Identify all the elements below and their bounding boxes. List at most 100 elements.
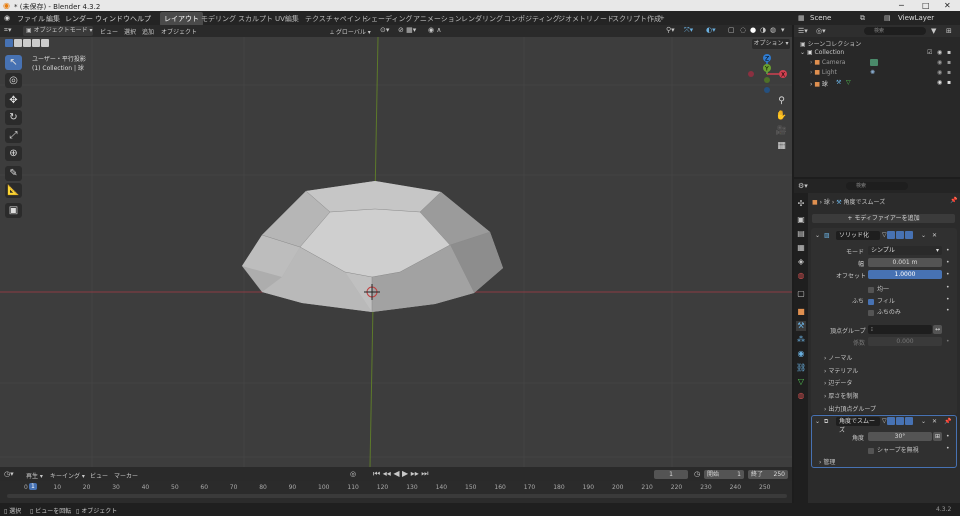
current-frame-field[interactable]: 1 [654, 470, 688, 479]
tool-tab-icon[interactable]: ✣ [796, 199, 806, 209]
tab-layout[interactable]: レイアウト [160, 12, 203, 26]
close-button[interactable]: ✕ [944, 1, 951, 10]
pan-hand-icon[interactable]: ✋ [774, 111, 789, 124]
material-tab-icon[interactable]: ◍ [796, 391, 806, 401]
preview-range-icon[interactable]: ◷ [694, 470, 700, 478]
timeline[interactable]: 0 10 20 30 40 50 60 70 80 90 100 110 120 130 140 150 160… [0, 481, 792, 503]
new-collection-icon[interactable]: ⊞ [946, 27, 952, 35]
maximize-button[interactable]: □ [922, 1, 930, 10]
physics-tab-icon[interactable]: ◉ [796, 349, 806, 359]
tab-sculpt[interactable]: スカルプト [235, 14, 276, 24]
mode-selector[interactable]: ▣ オブジェクトモード ▾ [23, 26, 93, 36]
keyframe-dot-icon[interactable]: • [946, 259, 950, 266]
keyframe-dot-icon[interactable]: • [946, 247, 950, 254]
rim-only-checkbox[interactable]: ふちのみ [868, 307, 901, 316]
menu-file[interactable]: ファイル [17, 14, 45, 24]
shading-material-icon[interactable]: ◑ [760, 26, 766, 34]
autokey-icon[interactable]: ◎ [350, 470, 356, 478]
menu-add[interactable]: 追加 [142, 27, 154, 36]
navigation-gizmo[interactable]: X Z Y [745, 52, 790, 97]
xray-icon[interactable]: ▢ [728, 26, 735, 34]
even-checkbox-box[interactable] [868, 286, 874, 293]
render-display-icon[interactable] [904, 417, 913, 425]
tab-modeling[interactable]: モデリング [198, 14, 239, 24]
tab-compositing[interactable]: コンポジティング [501, 14, 563, 24]
subpanel-materials[interactable]: › マテリアル [824, 366, 858, 375]
ignore-sharpness-checkbox[interactable]: シャープを無視 [868, 445, 919, 454]
keyframe-dot-icon[interactable]: • [946, 284, 950, 291]
tab-uv[interactable]: UV編集 [272, 14, 302, 24]
menu-keying[interactable]: キーイング ▾ [50, 471, 85, 480]
output-tab-icon[interactable]: ▤ [796, 229, 806, 239]
edit-mode-icon[interactable] [886, 417, 895, 425]
camera-view-icon[interactable]: 🎥 [774, 126, 789, 139]
rim-fill-checkbox[interactable]: フィル [868, 296, 895, 305]
transform-tool-icon[interactable]: ⊕ [5, 146, 22, 161]
annotate-tool-icon[interactable]: ✎ [5, 166, 22, 181]
outliner-root[interactable]: ▣ シーンコレクション [800, 39, 861, 48]
keyframe-dot-icon[interactable]: • [946, 296, 950, 303]
zoom-icon[interactable]: ⚲ [774, 96, 789, 109]
select-new-icon[interactable] [5, 39, 13, 47]
menu-help[interactable]: ヘルプ [130, 14, 151, 24]
add-workspace-button[interactable]: + [656, 14, 668, 22]
render-display-icon[interactable] [904, 231, 913, 239]
3d-viewport[interactable]: ユーザー・平行投影 (1) Collection | 球 ↖ ◎ ✥ ↻ ⤢ ⊕… [0, 37, 792, 467]
properties-editor-icon[interactable]: ⚙▾ [798, 182, 808, 190]
smooth-pin-icon[interactable]: 📌 [944, 418, 951, 425]
options-dropdown[interactable]: オプション ▾ [752, 39, 790, 49]
visibility-icon[interactable]: ⚲▾ [666, 26, 675, 34]
eye-icon[interactable]: ◉ [937, 69, 942, 76]
menu-view[interactable]: ビュー [100, 27, 118, 36]
editor-type-icon[interactable]: ☰▾ [798, 27, 808, 35]
modifier-tab-icon[interactable]: ⚒ [796, 321, 806, 331]
collection-tab-icon[interactable]: ▢ [796, 289, 806, 299]
menu-render[interactable]: レンダー [65, 14, 93, 24]
render-tab-icon[interactable]: ▣ [796, 215, 806, 225]
on-cage-icon[interactable]: ▽ [882, 232, 887, 239]
scene-selector[interactable]: Scene [810, 14, 831, 22]
offset-field[interactable]: 1.0000 [868, 270, 942, 279]
editor-type-icon[interactable]: ⌗▾ [4, 26, 11, 35]
add-modifier-button[interactable]: + モディファイアーを追加 [812, 214, 955, 223]
camera-render-icon[interactable]: ▪ [947, 59, 951, 66]
ignore-sharpness-checkbox-box[interactable] [868, 447, 874, 454]
select-intersect-icon[interactable] [41, 39, 49, 47]
keyframe-dot-icon[interactable]: • [946, 338, 950, 345]
keyframe-dot-icon[interactable]: • [946, 271, 950, 278]
hemisphere-mesh[interactable] [0, 37, 792, 467]
add-cube-tool-icon[interactable]: ▣ [5, 203, 22, 218]
move-tool-icon[interactable]: ✥ [5, 93, 22, 108]
viewport-display-icon[interactable] [895, 231, 904, 239]
edit-mode-icon[interactable] [886, 231, 895, 239]
select-extend-icon[interactable] [14, 39, 22, 47]
subpanel-thickness-clamp[interactable]: › 厚さを制限 [824, 391, 858, 400]
select-subtract-icon[interactable] [23, 39, 31, 47]
smooth-name-field[interactable]: 角度でスムーズ [836, 417, 880, 434]
invert-vertex-group-icon[interactable]: ↔ [933, 325, 942, 334]
tab-geometry-nodes[interactable]: ジオメトリノード [555, 14, 617, 24]
constraints-tab-icon[interactable]: ⛓ [796, 363, 806, 373]
new-scene-icon[interactable]: ⧉ [860, 14, 865, 23]
angle-add-icon[interactable]: ⊞ [933, 432, 942, 441]
world-tab-icon[interactable]: ◍ [796, 271, 806, 281]
subpanel-edge-data[interactable]: › 辺データ [824, 378, 852, 387]
factor-field[interactable]: 0.000 [868, 337, 942, 346]
viewport-display-icon[interactable] [895, 417, 904, 425]
subpanel-manage[interactable]: › 管理 [819, 457, 835, 466]
select-box-tool-icon[interactable]: ↖ [5, 55, 22, 70]
timeline-editor-icon[interactable]: ◷▾ [4, 470, 14, 478]
shading-wire-icon[interactable]: ◌ [740, 26, 746, 34]
shading-options-icon[interactable]: ▾ [781, 26, 785, 34]
outliner-item-camera[interactable]: › ■ Camera ◉ ▪ [810, 59, 958, 66]
smooth-delete-icon[interactable]: ✕ [932, 418, 937, 425]
menu-timeline-view[interactable]: ビュー [90, 471, 108, 480]
subpanel-normals[interactable]: › ノーマル [824, 353, 852, 362]
smooth-toggles[interactable]: ▽ [882, 417, 914, 425]
rotate-tool-icon[interactable]: ↻ [5, 110, 22, 125]
display-mode-icon[interactable]: ◎▾ [816, 27, 826, 35]
outliner-item-sphere[interactable]: › ■ 球 ⚒ ▽ ◉ ▪ [810, 79, 958, 88]
viewlayer-selector[interactable]: ViewLayer [898, 14, 934, 22]
object-tab-icon[interactable]: ■ [796, 307, 806, 317]
menu-object[interactable]: オブジェクト [161, 27, 197, 36]
